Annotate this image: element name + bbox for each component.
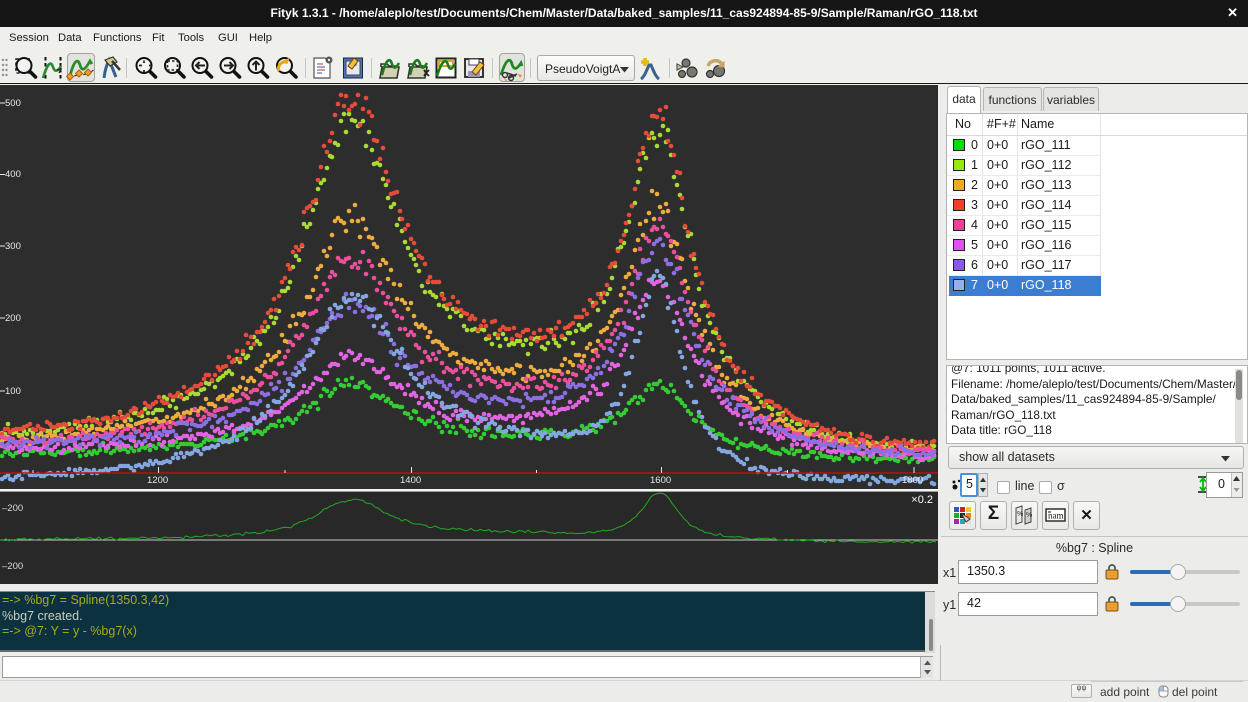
svg-text:%: % bbox=[1026, 512, 1032, 519]
svg-text:%: % bbox=[1017, 511, 1023, 518]
